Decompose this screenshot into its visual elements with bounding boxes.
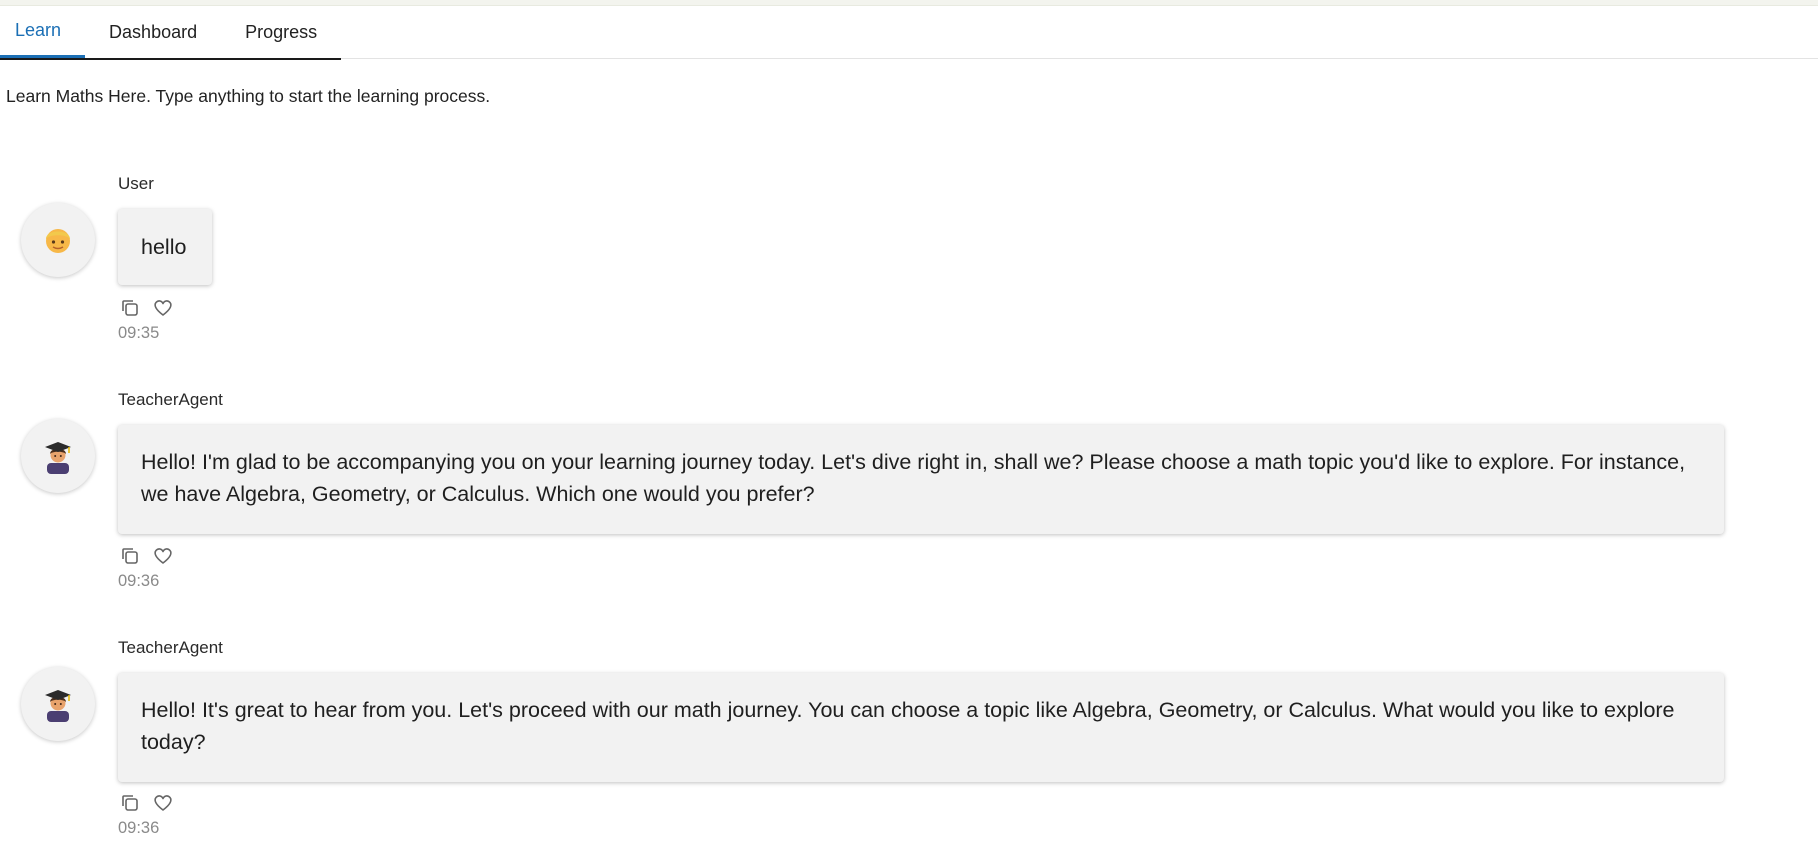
message-actions bbox=[120, 793, 174, 813]
tab-learn[interactable]: Learn bbox=[0, 6, 86, 58]
copy-icon[interactable] bbox=[120, 793, 140, 813]
message-author: TeacherAgent bbox=[118, 638, 223, 657]
user-avatar bbox=[21, 203, 95, 277]
intro-text: Learn Maths Here. Type anything to start… bbox=[6, 86, 491, 106]
message-bubble: Hello! I'm glad to be accompanying you o… bbox=[118, 425, 1724, 534]
message-author: TeacherAgent bbox=[118, 390, 223, 409]
message-time: 09:36 bbox=[118, 572, 160, 590]
tab-progress[interactable]: Progress bbox=[221, 6, 341, 58]
message-author: User bbox=[118, 174, 154, 193]
message-actions bbox=[120, 298, 174, 318]
teacher-avatar bbox=[21, 419, 95, 493]
message-bubble: hello bbox=[118, 209, 212, 285]
person-blond-icon bbox=[46, 229, 70, 253]
tab-bar: Learn Dashboard Progress bbox=[0, 6, 1818, 60]
teacher-avatar bbox=[21, 667, 95, 741]
copy-icon[interactable] bbox=[120, 298, 140, 318]
message-time: 09:36 bbox=[118, 819, 160, 837]
tab-list: Learn Dashboard Progress bbox=[0, 6, 342, 60]
heart-icon[interactable] bbox=[152, 546, 174, 566]
tab-dashboard[interactable]: Dashboard bbox=[85, 6, 221, 58]
heart-icon[interactable] bbox=[152, 298, 174, 318]
message-time: 09:35 bbox=[118, 324, 160, 342]
graduate-icon bbox=[45, 690, 71, 722]
message-bubble: Hello! It's great to hear from you. Let'… bbox=[118, 673, 1724, 782]
heart-icon[interactable] bbox=[152, 793, 174, 813]
message-actions bbox=[120, 546, 174, 566]
copy-icon[interactable] bbox=[120, 546, 140, 566]
graduate-icon bbox=[45, 442, 71, 474]
